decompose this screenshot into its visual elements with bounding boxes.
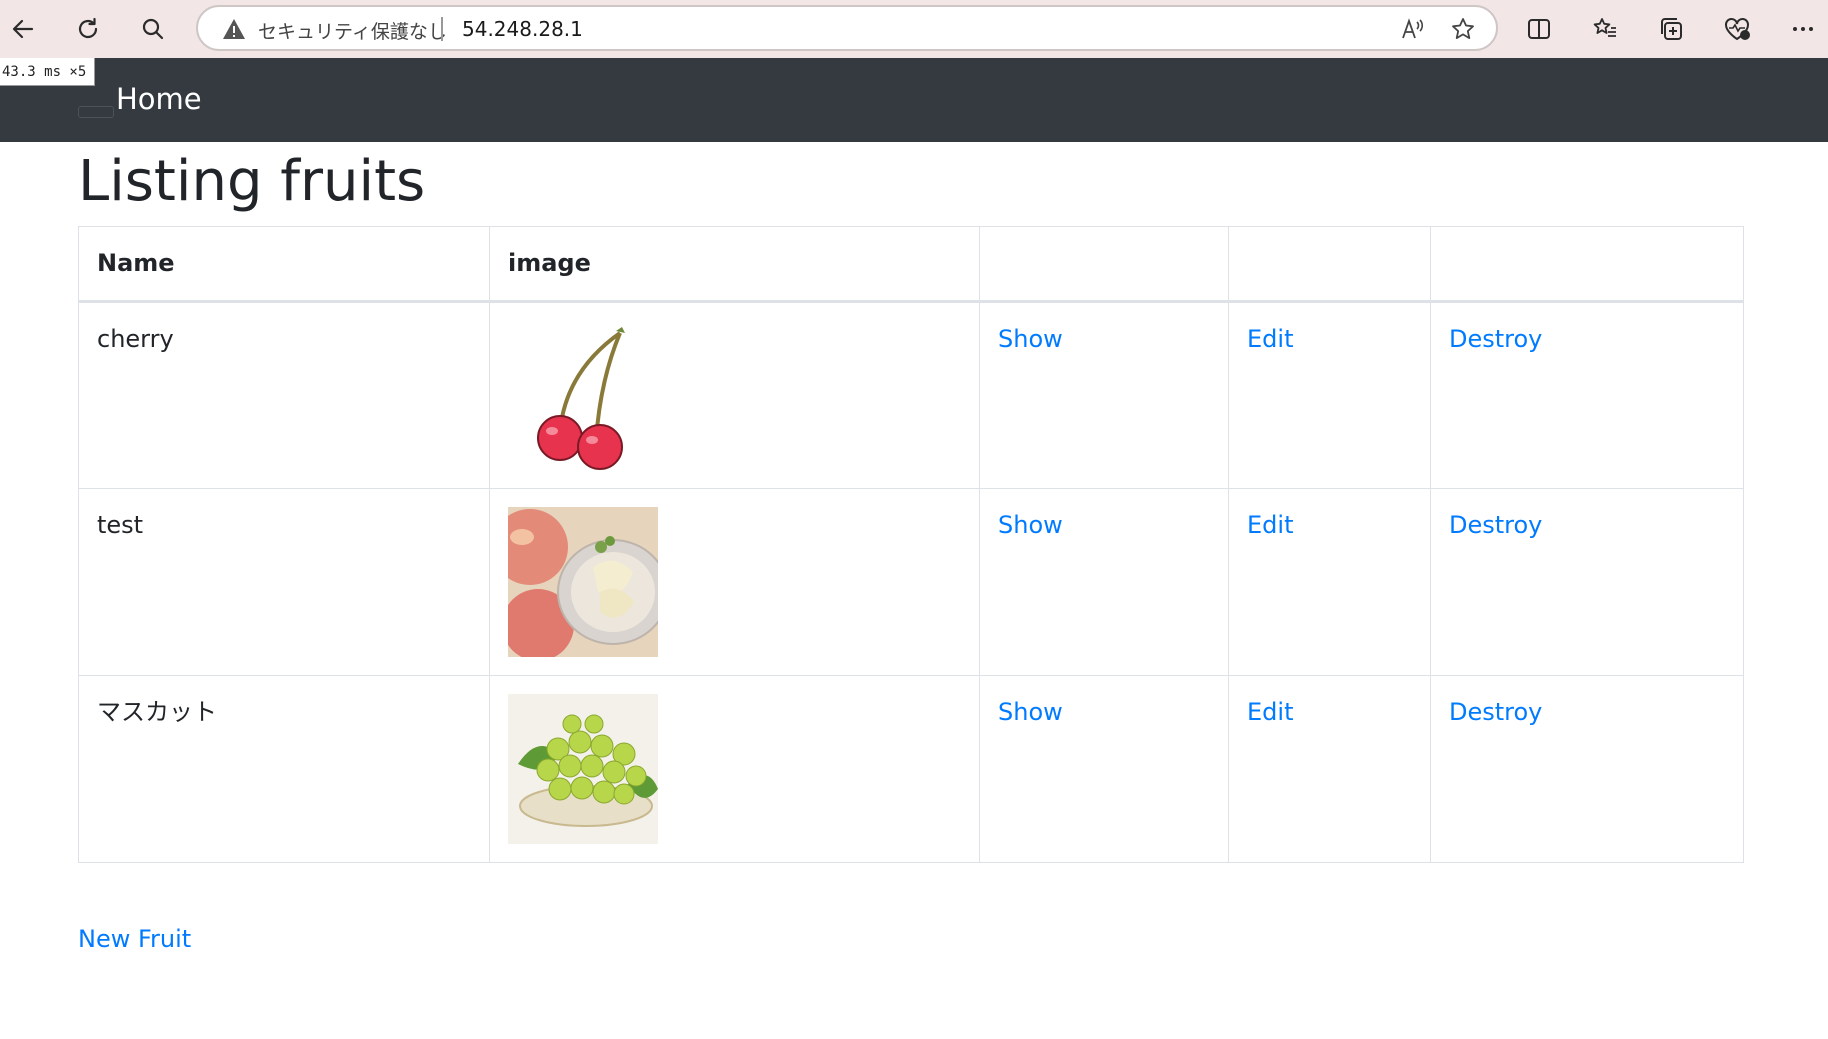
destroy-link[interactable]: Destroy bbox=[1449, 511, 1542, 539]
fruit-name: test bbox=[78, 488, 490, 676]
table-row: マスカット Show Edit Destroy bbox=[78, 675, 1744, 863]
edit-link[interactable]: Edit bbox=[1247, 698, 1293, 726]
split-screen-button[interactable] bbox=[1518, 8, 1560, 50]
destroy-cell: Destroy bbox=[1430, 301, 1744, 489]
edit-link[interactable]: Edit bbox=[1247, 325, 1293, 353]
url-text[interactable]: 54.248.28.1 bbox=[462, 17, 583, 41]
show-cell: Show bbox=[979, 675, 1229, 863]
favorite-star-icon[interactable] bbox=[1450, 16, 1476, 42]
muscat-grapes-image bbox=[508, 694, 658, 844]
browser-toolbar: セキュリティ保護なし 54.248.28.1 bbox=[0, 0, 1828, 58]
favorites-button[interactable] bbox=[1584, 8, 1626, 50]
cherry-image bbox=[537, 327, 625, 470]
fruit-name: マスカット bbox=[78, 675, 490, 863]
refresh-icon bbox=[78, 17, 98, 39]
navbar-toggler[interactable] bbox=[78, 106, 114, 118]
show-link[interactable]: Show bbox=[998, 511, 1063, 539]
column-header-destroy bbox=[1430, 226, 1744, 303]
table-row: cherry Show Edit Destroy bbox=[78, 301, 1744, 489]
browser-essentials-button[interactable] bbox=[1716, 8, 1758, 50]
warning-icon bbox=[223, 19, 245, 39]
column-header-edit bbox=[1228, 226, 1431, 303]
search-button[interactable] bbox=[132, 8, 174, 50]
column-header-show bbox=[979, 226, 1229, 303]
search-icon bbox=[142, 18, 164, 40]
heart-pulse-icon bbox=[1725, 18, 1750, 41]
read-aloud-icon[interactable] bbox=[1400, 16, 1426, 42]
show-cell: Show bbox=[979, 301, 1229, 489]
edit-cell: Edit bbox=[1228, 675, 1431, 863]
more-dots-icon bbox=[1793, 27, 1813, 31]
address-bar[interactable]: セキュリティ保護なし 54.248.28.1 bbox=[196, 5, 1498, 51]
settings-more-button[interactable] bbox=[1782, 8, 1824, 50]
column-header-name: Name bbox=[78, 226, 490, 303]
peach-image bbox=[508, 507, 658, 657]
show-link[interactable]: Show bbox=[998, 698, 1063, 726]
show-link[interactable]: Show bbox=[998, 325, 1063, 353]
destroy-link[interactable]: Destroy bbox=[1449, 698, 1542, 726]
home-link[interactable]: Home bbox=[116, 82, 202, 116]
fruit-image-cell bbox=[489, 488, 980, 676]
favorites-list-icon bbox=[1593, 18, 1616, 37]
column-header-image: image bbox=[489, 226, 980, 303]
table-row: test Show Edit Destroy bbox=[78, 488, 1744, 676]
collections-icon bbox=[1661, 18, 1682, 40]
destroy-link[interactable]: Destroy bbox=[1449, 325, 1542, 353]
fruit-image-cell bbox=[489, 675, 980, 863]
perf-badge: 43.3 ms ×5 bbox=[0, 58, 96, 86]
fruit-image-cell bbox=[489, 301, 980, 489]
edit-link[interactable]: Edit bbox=[1247, 511, 1293, 539]
fruit-name: cherry bbox=[78, 301, 490, 489]
edit-cell: Edit bbox=[1228, 301, 1431, 489]
back-arrow-icon bbox=[12, 19, 34, 39]
fruits-table: Name image cherry Show Edit Destroy test… bbox=[78, 226, 1744, 863]
split-screen-icon bbox=[1528, 19, 1550, 39]
collections-button[interactable] bbox=[1650, 8, 1692, 50]
destroy-cell: Destroy bbox=[1430, 488, 1744, 676]
new-fruit-link[interactable]: New Fruit bbox=[78, 925, 191, 953]
app-navbar: Home bbox=[0, 58, 1828, 142]
destroy-cell: Destroy bbox=[1430, 675, 1744, 863]
show-cell: Show bbox=[979, 488, 1229, 676]
refresh-button[interactable] bbox=[67, 8, 109, 50]
edit-cell: Edit bbox=[1228, 488, 1431, 676]
address-separator bbox=[441, 17, 443, 41]
page-title: Listing fruits bbox=[78, 149, 426, 214]
back-button[interactable] bbox=[2, 8, 44, 50]
security-status-text[interactable]: セキュリティ保護なし bbox=[258, 17, 447, 44]
table-header-row: Name image bbox=[78, 226, 1744, 303]
